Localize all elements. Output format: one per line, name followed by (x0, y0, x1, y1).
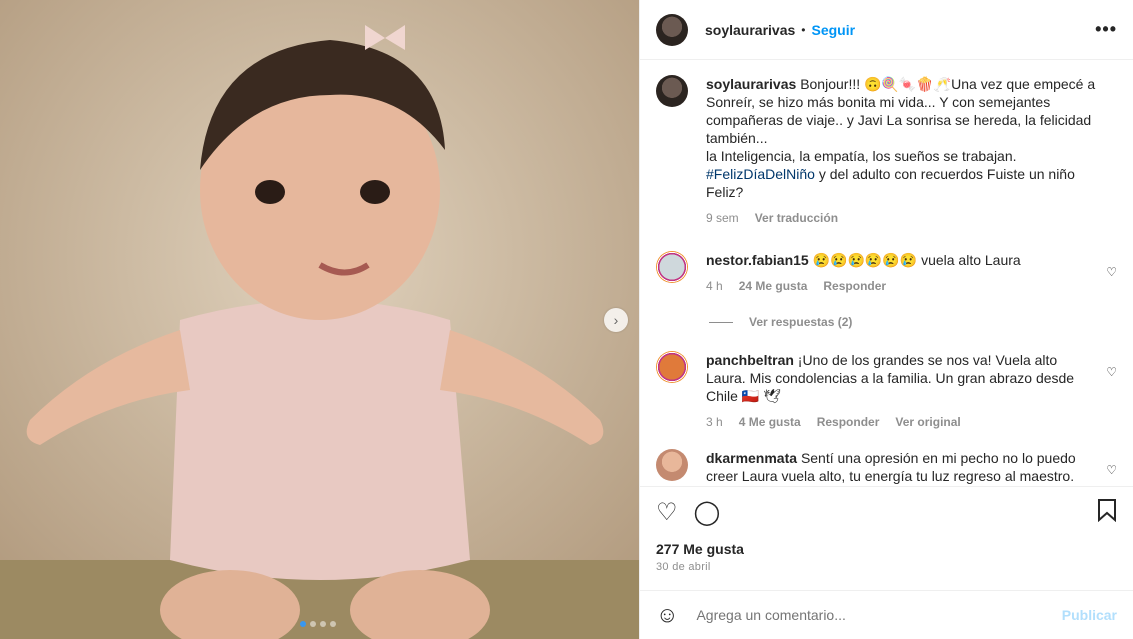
comment-icon[interactable]: ◯ (694, 500, 721, 525)
post-username[interactable]: soylaurarivas (705, 22, 795, 38)
follow-button[interactable]: Seguir (812, 22, 856, 38)
hashtag-link[interactable]: #FelizDíaDelNiño (706, 166, 815, 182)
avatar[interactable] (656, 251, 688, 283)
separator: • (801, 22, 806, 37)
emoji-icon[interactable]: ☺ (656, 602, 678, 628)
divider (709, 321, 733, 323)
comment: dkarmenmata Sentí una opresión en mi pec… (656, 449, 1117, 485)
comments-list[interactable]: soylaurarivas Bonjour!!! 🙃🍭🍬🍿🥂Una vez qu… (640, 61, 1133, 486)
carousel-dot (320, 621, 326, 627)
caption-username[interactable]: soylaurarivas (706, 76, 796, 92)
publish-button[interactable]: Publicar (1062, 607, 1117, 623)
heart-icon[interactable]: ♡ (1106, 365, 1117, 379)
view-replies-label[interactable]: Ver respuestas (2) (749, 315, 852, 329)
reply-button[interactable]: Responder (823, 277, 886, 295)
comment: panchbeltran ¡Uno de los grandes se nos … (656, 351, 1117, 431)
comment-username[interactable]: dkarmenmata (706, 450, 797, 466)
caption: soylaurarivas Bonjour!!! 🙃🍭🍬🍿🥂Una vez qu… (656, 75, 1117, 227)
heart-icon[interactable]: ♡ (1106, 265, 1117, 279)
comment-text: 😢😢😢😢😢😢 vuela alto Laura (812, 252, 1021, 268)
post-panel: soylaurarivas • Seguir ••• soylaurarivas… (639, 0, 1133, 639)
reply-button[interactable]: Responder (817, 413, 880, 431)
likes-count[interactable]: 277 Me gusta (656, 541, 744, 557)
avatar[interactable] (656, 351, 688, 383)
caption-time[interactable]: 9 sem (706, 209, 739, 227)
carousel-dots (300, 621, 336, 627)
carousel-dot (330, 621, 336, 627)
post-image[interactable]: › (0, 0, 639, 639)
add-comment-bar: ☺ Publicar (640, 590, 1133, 639)
translate-link[interactable]: Ver traducción (755, 209, 838, 227)
avatar[interactable] (656, 13, 688, 46)
comment-username[interactable]: nestor.fabian15 (706, 252, 809, 268)
comment-time[interactable]: 3 h (706, 413, 723, 431)
baby-photo (0, 0, 639, 639)
carousel-dot (300, 621, 306, 627)
comment-username[interactable]: panchbeltran (706, 352, 794, 368)
heart-icon[interactable]: ♡ (656, 500, 678, 525)
heart-icon[interactable]: ♡ (1106, 463, 1117, 477)
comment-likes[interactable]: 4 Me gusta (739, 413, 801, 431)
carousel-dot (310, 621, 316, 627)
comment-likes[interactable]: 24 Me gusta (739, 277, 808, 295)
chevron-right-icon[interactable]: › (604, 308, 628, 332)
view-replies[interactable]: Ver respuestas (2) (709, 315, 1117, 329)
avatar[interactable] (656, 75, 688, 107)
post-header: soylaurarivas • Seguir ••• (640, 0, 1133, 60)
comment-time[interactable]: 4 h (706, 277, 723, 295)
avatar[interactable] (656, 449, 688, 481)
action-bar: ♡ ◯ (640, 486, 1133, 538)
caption-text-2: la Inteligencia, la empatía, los sueños … (706, 148, 1017, 164)
see-original-link[interactable]: Ver original (895, 413, 960, 431)
comment-input[interactable] (694, 606, 1062, 624)
more-options-icon[interactable]: ••• (1095, 19, 1117, 40)
bookmark-icon[interactable] (1097, 498, 1117, 527)
comment: nestor.fabian15 😢😢😢😢😢😢 vuela alto Laura … (656, 251, 1117, 295)
post-date: 30 de abril (656, 561, 711, 573)
